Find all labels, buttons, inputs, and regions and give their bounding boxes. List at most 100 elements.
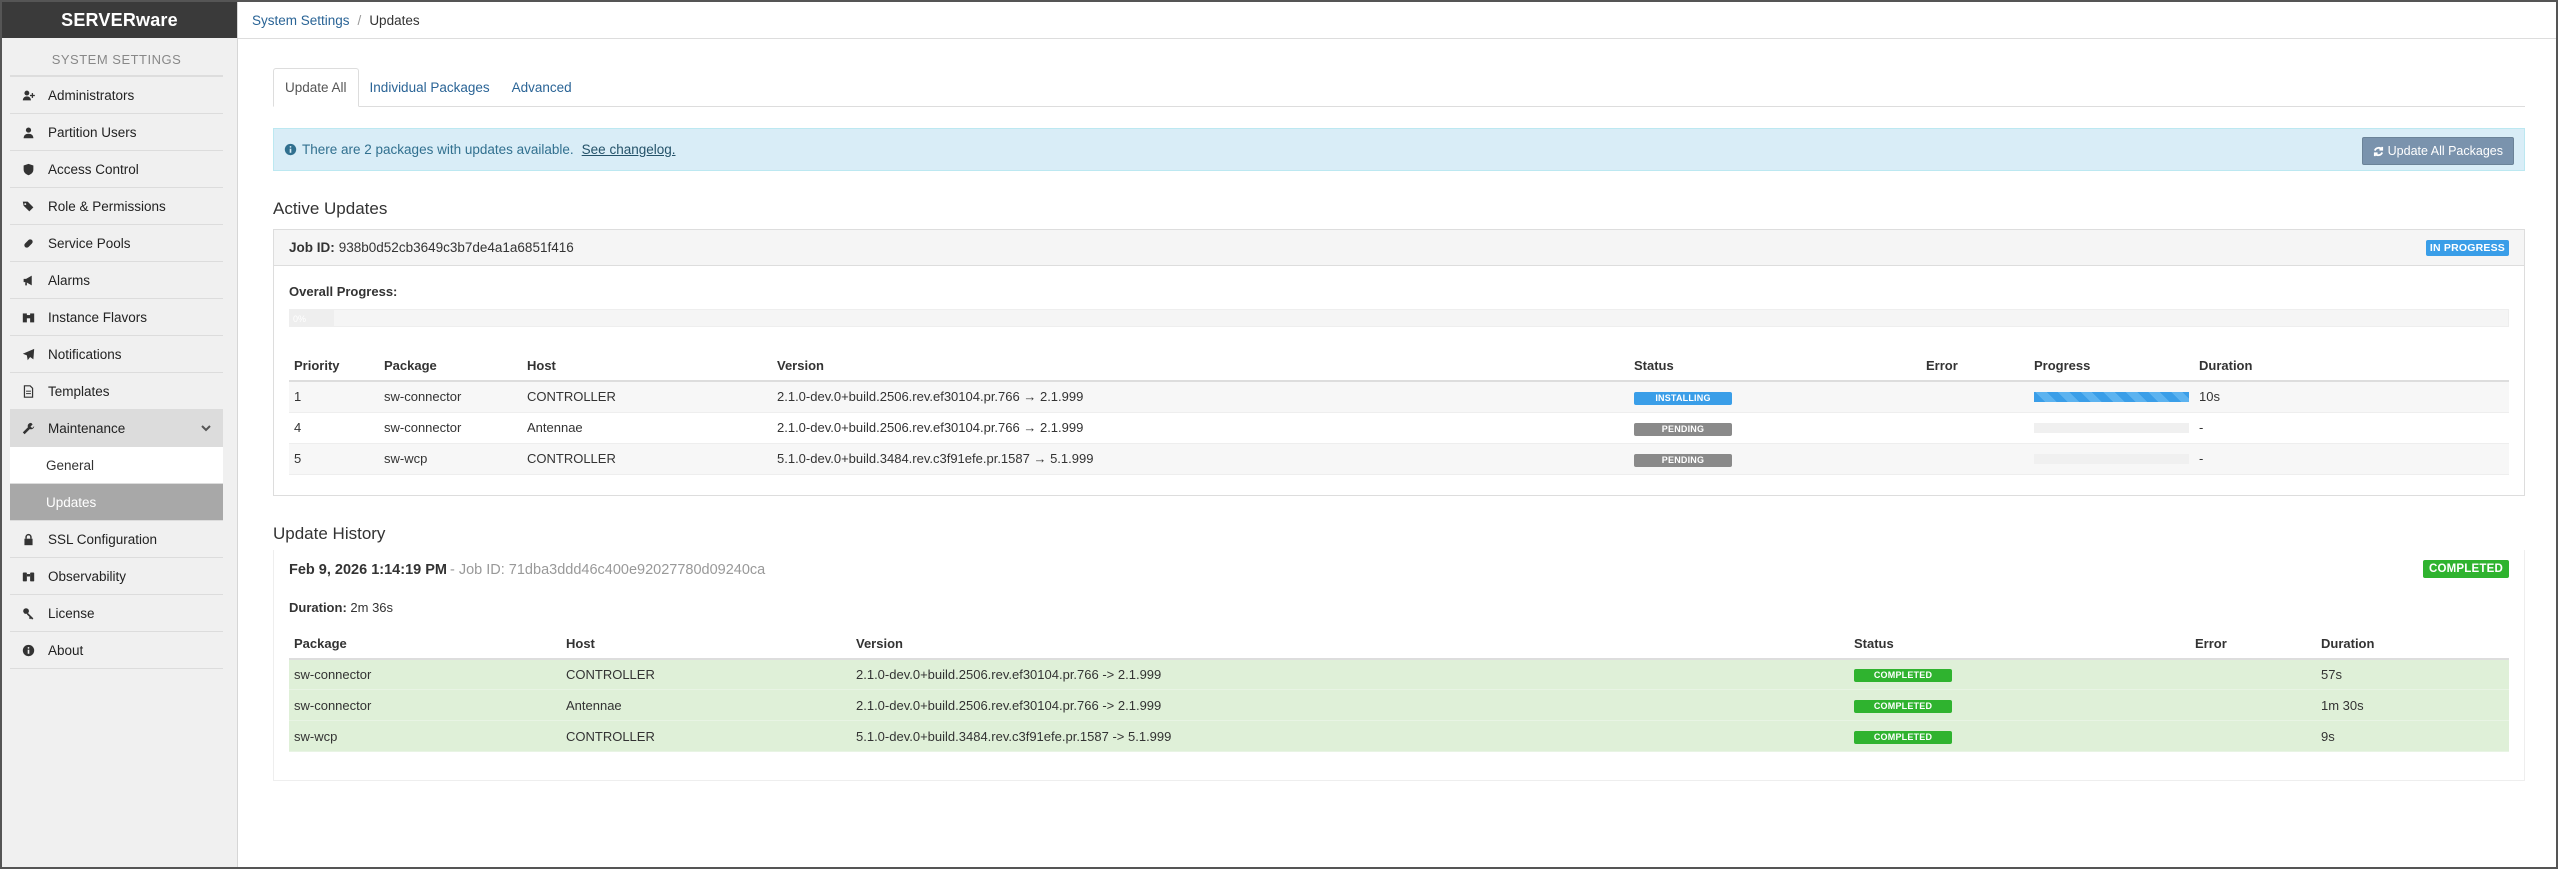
column-header[interactable]: Host: [522, 351, 772, 382]
active-job-body: Overall Progress: 0% Priority Package Ho…: [274, 266, 2524, 495]
progress-bar: [2034, 391, 2189, 402]
version-cell: 5.1.0-dev.0+build.3484.rev.c3f91efe.pr.1…: [851, 720, 1849, 752]
table-row[interactable]: 1 sw-connector CONTROLLER 2.1.0-dev.0+bu…: [289, 381, 2509, 413]
column-header[interactable]: Package: [379, 351, 522, 382]
table-row[interactable]: 4 sw-connector Antennae 2.1.0-dev.0+buil…: [289, 412, 2509, 444]
error-cell: [2190, 689, 2316, 721]
host-cell: Antennae: [522, 412, 772, 444]
history-job-id: - Job ID: 71dba3ddd46c400e92027780d09240…: [449, 561, 766, 578]
sidebar-item-notifications[interactable]: Notifications: [10, 336, 223, 373]
sidebar-section-title: SYSTEM SETTINGS: [10, 52, 223, 77]
progress-bar: [2034, 422, 2189, 433]
table-header-row: Priority Package Host Version Status Err…: [289, 351, 2509, 382]
overall-progress-text: 0%: [293, 314, 307, 324]
sidebar-menu: Administrators Partition Users Access Co…: [10, 77, 223, 669]
package-cell: sw-connector: [289, 689, 561, 721]
wrench-icon: [20, 420, 36, 436]
sidebar-item-access-control[interactable]: Access Control: [10, 151, 223, 188]
history-job-panel: Feb 9, 2026 1:14:19 PM - Job ID: 71dba3d…: [273, 549, 2525, 781]
column-header[interactable]: Status: [1629, 351, 1921, 382]
update-history-heading: Update History: [273, 523, 386, 543]
column-header[interactable]: Duration: [2194, 351, 2509, 382]
status-badge: IN PROGRESS: [2425, 239, 2509, 256]
column-header[interactable]: Status: [1849, 628, 2190, 660]
tab-advanced[interactable]: Advanced: [501, 68, 583, 106]
column-header[interactable]: Version: [772, 351, 1629, 382]
overall-progress-fill: 0%: [290, 310, 335, 326]
error-cell: [2190, 720, 2316, 752]
package-cell: sw-wcp: [379, 443, 522, 475]
chevron-down-icon[interactable]: [201, 421, 211, 436]
progress-bar: [2034, 453, 2189, 464]
sidebar-subitem-label: General: [46, 457, 95, 473]
package-cell: sw-connector: [379, 381, 522, 413]
table-row[interactable]: sw-connector Antennae 2.1.0-dev.0+build.…: [289, 689, 2509, 721]
column-header[interactable]: Host: [561, 628, 851, 660]
host-cell: CONTROLLER: [561, 658, 851, 690]
package-cell: sw-wcp: [289, 720, 561, 752]
sidebar-item-label: Service Pools: [48, 235, 131, 251]
column-header[interactable]: Duration: [2316, 628, 2509, 660]
progress-fill: [2034, 391, 2189, 402]
overall-progress-label: Overall Progress:: [289, 284, 398, 299]
sidebar-item-label: Partition Users: [48, 124, 137, 140]
sidebar-item-license[interactable]: License: [10, 595, 223, 632]
sidebar-item-service-pools[interactable]: Service Pools: [10, 225, 223, 262]
changelog-link[interactable]: See changelog.: [582, 142, 676, 157]
sidebar-subitem-general[interactable]: General: [10, 447, 223, 484]
table-row[interactable]: sw-connector CONTROLLER 2.1.0-dev.0+buil…: [289, 658, 2509, 690]
table-row[interactable]: 5 sw-wcp CONTROLLER 5.1.0-dev.0+build.34…: [289, 443, 2509, 475]
update-all-packages-button[interactable]: Update All Packages: [2361, 137, 2514, 165]
sidebar-item-administrators[interactable]: Administrators: [10, 77, 223, 114]
sidebar-item-partition-users[interactable]: Partition Users: [10, 114, 223, 151]
update-all-packages-label: Update All Packages: [2387, 144, 2503, 158]
sidebar-item-label: About: [48, 642, 84, 658]
sidebar-subitem-updates[interactable]: Updates: [10, 484, 223, 521]
main-content: Update All Individual Packages Advanced …: [273, 68, 2525, 781]
host-cell: CONTROLLER: [522, 381, 772, 413]
updates-available-alert: There are 2 packages with updates availa…: [273, 128, 2525, 171]
column-header[interactable]: Error: [1921, 351, 2029, 382]
tags-icon: [20, 198, 36, 214]
column-header[interactable]: Version: [851, 628, 1849, 660]
active-job-panel: Job ID: 938b0d52cb3649c3b7de4a1a6851f416…: [273, 229, 2525, 496]
sidebar-item-label: Alarms: [48, 272, 91, 288]
sidebar-item-alarms[interactable]: Alarms: [10, 262, 223, 299]
job-id-label: Job ID:: [289, 240, 335, 255]
overall-progress-bar: 0%: [289, 309, 2509, 327]
column-header[interactable]: Error: [2190, 628, 2316, 660]
priority-cell: 5: [289, 443, 379, 475]
status-cell: COMPLETED: [1849, 720, 2190, 752]
sidebar-item-templates[interactable]: Templates: [10, 373, 223, 410]
paper-plane-icon: [20, 346, 36, 362]
user-icon: [20, 124, 36, 140]
brand-logo[interactable]: SERVERware: [2, 2, 237, 38]
sidebar-item-label: Notifications: [48, 346, 122, 362]
version-cell: 2.1.0-dev.0+build.2506.rev.ef30104.pr.76…: [851, 689, 1849, 721]
refresh-icon: [2373, 146, 2383, 156]
error-cell: [1921, 443, 2029, 475]
sidebar-item-instance-flavors[interactable]: Instance Flavors: [10, 299, 223, 336]
info-circle-icon: [20, 642, 36, 658]
tab-individual-packages[interactable]: Individual Packages: [359, 68, 501, 106]
sidebar-item-about[interactable]: About: [10, 632, 223, 669]
history-job-header[interactable]: Feb 9, 2026 1:14:19 PM - Job ID: 71dba3d…: [274, 549, 2524, 590]
sidebar: SERVERware SYSTEM SETTINGS Administrator…: [2, 2, 238, 867]
column-header[interactable]: Priority: [289, 351, 379, 382]
sidebar-item-ssl-configuration[interactable]: SSL Configuration: [10, 521, 223, 558]
table-header-row: Package Host Version Status Error Durati…: [289, 628, 2509, 660]
lock-icon: [20, 531, 36, 547]
column-header[interactable]: Package: [289, 628, 561, 660]
status-cell: PENDING: [1629, 412, 1921, 444]
breadcrumb-link-system-settings[interactable]: System Settings: [252, 13, 350, 28]
tab-update-all[interactable]: Update All: [273, 68, 359, 107]
column-header[interactable]: Progress: [2029, 351, 2194, 382]
duration-cell: -: [2194, 412, 2509, 444]
sidebar-item-maintenance[interactable]: Maintenance: [10, 410, 223, 447]
job-id-value: 938b0d52cb3649c3b7de4a1a6851f416: [338, 240, 574, 255]
progress-cell: [2029, 443, 2194, 475]
table-row[interactable]: sw-wcp CONTROLLER 5.1.0-dev.0+build.3484…: [289, 720, 2509, 752]
status-badge: INSTALLING: [1634, 391, 1732, 405]
sidebar-item-role-permissions[interactable]: Role & Permissions: [10, 188, 223, 225]
sidebar-item-observability[interactable]: Observability: [10, 558, 223, 595]
